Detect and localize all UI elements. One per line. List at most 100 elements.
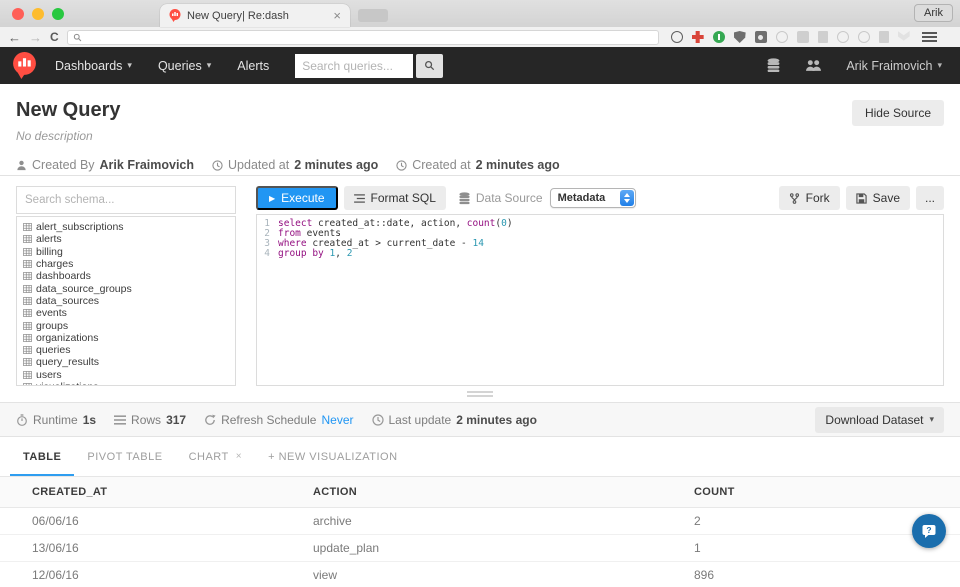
browser-address-row: ← → C xyxy=(0,27,960,47)
search-queries-input[interactable] xyxy=(295,54,413,78)
created-by: Created ByArik Fraimovich xyxy=(16,158,194,172)
info-extension-icon[interactable] xyxy=(671,31,683,43)
schema-table-item[interactable]: alerts xyxy=(23,233,235,245)
forward-icon[interactable]: → xyxy=(29,31,42,44)
nav-dashboards[interactable]: Dashboards xyxy=(55,59,132,73)
runtime: Runtime1s xyxy=(16,413,96,427)
query-description[interactable]: No description xyxy=(16,129,944,143)
cell-count: 896 xyxy=(694,568,960,582)
execute-button[interactable]: Execute xyxy=(256,186,338,210)
table-grid-icon xyxy=(23,260,32,268)
dimmed-extension-icon[interactable] xyxy=(797,31,809,43)
history-extension-icon[interactable] xyxy=(692,31,704,43)
visualization-tabs: TABLE PIVOT TABLE CHART + NEW VISUALIZAT… xyxy=(0,437,960,477)
back-icon[interactable]: ← xyxy=(8,31,21,44)
schema-table-item[interactable]: organizations xyxy=(23,332,235,344)
shield-extension-icon[interactable] xyxy=(734,31,746,43)
data-source-select[interactable]: Metadata xyxy=(550,188,636,208)
editor-line-numbers: 1234 xyxy=(257,219,273,385)
schema-table-item[interactable]: charges xyxy=(23,258,235,270)
select-stepper-icon xyxy=(620,190,634,206)
column-header[interactable]: COUNT xyxy=(694,486,960,498)
nav-queries[interactable]: Queries xyxy=(158,59,211,73)
schema-table-item[interactable]: queries xyxy=(23,344,235,356)
person-icon xyxy=(16,160,27,171)
column-header[interactable]: CREATED_AT xyxy=(0,486,313,498)
reload-icon[interactable]: C xyxy=(50,31,59,43)
schema-table-item[interactable]: data_sources xyxy=(23,295,235,307)
redash-logo[interactable] xyxy=(12,52,37,79)
column-header[interactable]: ACTION xyxy=(313,486,694,498)
minimize-window-button[interactable] xyxy=(32,8,44,20)
browser-menu-icon[interactable] xyxy=(922,32,937,42)
schema-table-item[interactable]: groups xyxy=(23,319,235,331)
dimmed-extension-icon[interactable] xyxy=(837,31,849,43)
tab-new-visualization[interactable]: + NEW VISUALIZATION xyxy=(255,437,410,476)
fork-icon xyxy=(789,193,800,204)
save-button[interactable]: Save xyxy=(846,186,910,210)
created-at: Created at2 minutes ago xyxy=(396,158,559,172)
sql-editor[interactable]: 1234 select created_at::date, action, co… xyxy=(256,214,944,386)
svg-text:?: ? xyxy=(926,525,931,535)
close-icon[interactable] xyxy=(236,451,242,462)
data-source-label: Data Source xyxy=(458,191,543,205)
schema-table-item[interactable]: alert_subscriptions xyxy=(23,221,235,233)
close-window-button[interactable] xyxy=(12,8,24,20)
schema-table-item[interactable]: events xyxy=(23,307,235,319)
save-icon xyxy=(856,193,867,204)
search-icon xyxy=(424,60,435,71)
table-row: 13/06/16 update_plan 1 xyxy=(0,535,960,562)
schema-search-input[interactable] xyxy=(16,186,236,214)
dimmed-extension-icon[interactable] xyxy=(879,31,889,43)
editor-resize-handle[interactable] xyxy=(467,391,493,399)
redash-navbar: Dashboards Queries Alerts Arik Fraimovic… xyxy=(0,47,960,84)
url-bar[interactable] xyxy=(67,30,659,45)
dimmed-extension-icon[interactable] xyxy=(858,31,870,43)
nav-alerts[interactable]: Alerts xyxy=(237,59,269,73)
table-row: 06/06/16 archive 2 xyxy=(0,508,960,535)
row-count: Rows317 xyxy=(114,413,186,427)
browser-profile-button[interactable]: Arik xyxy=(914,4,953,22)
schema-browser: alert_subscriptionsalertsbillingchargesd… xyxy=(16,186,236,386)
zoom-window-button[interactable] xyxy=(52,8,64,20)
query-metadata-bar: Runtime1s Rows317 Refresh Schedule Never… xyxy=(0,402,960,437)
table-grid-icon xyxy=(23,334,32,342)
updated-at: Updated at2 minutes ago xyxy=(212,158,378,172)
refresh-schedule-link[interactable]: Never xyxy=(321,413,353,427)
new-tab-button[interactable] xyxy=(358,9,388,22)
tab-pivot-table[interactable]: PIVOT TABLE xyxy=(74,437,175,476)
download-dataset-button[interactable]: Download Dataset xyxy=(815,407,944,433)
search-queries-button[interactable] xyxy=(416,54,443,78)
groups-icon[interactable] xyxy=(805,59,822,72)
tab-table[interactable]: TABLE xyxy=(10,437,74,476)
more-options-button[interactable]: ... xyxy=(916,186,944,210)
redash-favicon xyxy=(169,9,181,22)
tab-chart[interactable]: CHART xyxy=(176,437,256,476)
fork-button[interactable]: Fork xyxy=(779,186,840,210)
table-grid-icon xyxy=(23,235,32,243)
dimmed-extension-icon[interactable] xyxy=(898,31,910,43)
dimmed-extension-icon[interactable] xyxy=(818,31,828,43)
schema-table-item[interactable]: data_source_groups xyxy=(23,282,235,294)
help-button[interactable]: ? xyxy=(912,514,946,548)
format-sql-button[interactable]: Format SQL xyxy=(344,186,446,210)
table-grid-icon xyxy=(23,371,32,379)
camera-extension-icon[interactable] xyxy=(755,31,767,43)
schema-table-item[interactable]: billing xyxy=(23,246,235,258)
schema-table-item[interactable]: dashboards xyxy=(23,270,235,282)
cell-action: update_plan xyxy=(313,541,694,555)
extension-icons xyxy=(671,31,910,43)
refresh-icon xyxy=(204,414,216,426)
last-update: Last update2 minutes ago xyxy=(372,413,537,427)
data-sources-icon[interactable] xyxy=(766,58,781,73)
schema-table-item[interactable]: query_results xyxy=(23,356,235,368)
green-circle-extension-icon[interactable] xyxy=(713,31,725,43)
browser-tab[interactable]: New Query| Re:dash xyxy=(160,4,350,27)
schema-table-item[interactable]: users xyxy=(23,369,235,381)
hide-source-button[interactable]: Hide Source xyxy=(852,100,944,126)
dimmed-extension-icon[interactable] xyxy=(776,31,788,43)
tab-close-icon[interactable] xyxy=(333,8,341,23)
user-menu[interactable]: Arik Fraimovich xyxy=(846,59,942,73)
table-grid-icon xyxy=(23,346,32,354)
table-grid-icon xyxy=(23,223,32,231)
